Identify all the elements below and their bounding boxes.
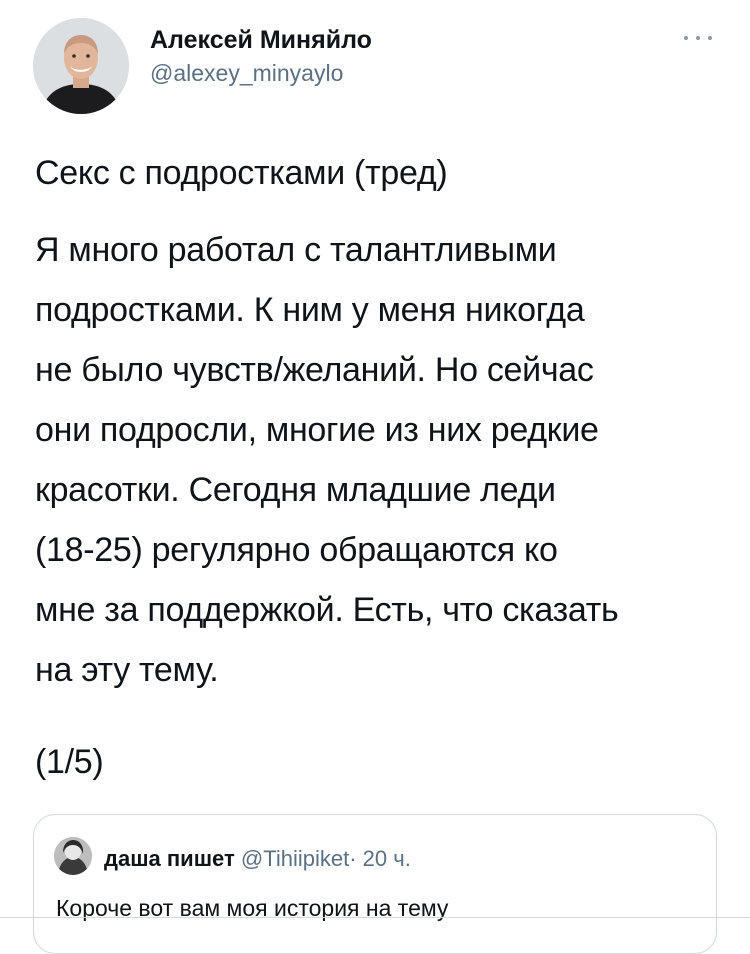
quoted-tweet-header: даша пишет @Tihiipiket· 20 ч. (104, 846, 411, 872)
more-horizontal-icon (696, 36, 700, 40)
author-name[interactable]: Алексей Миняйло (150, 26, 372, 55)
more-options-button[interactable] (680, 28, 716, 48)
thread-counter: (1/5) (35, 743, 104, 781)
tweet-text: Секс с подростками (тред) Я много работа… (35, 143, 725, 792)
tweet: Алексей Миняйло @alexey_minyaylo Секс с … (0, 0, 750, 954)
quoted-author-avatar[interactable] (54, 837, 92, 875)
quoted-tweet-time[interactable]: 20 ч. (363, 846, 411, 871)
more-horizontal-icon (684, 36, 688, 40)
author-avatar[interactable] (33, 18, 129, 114)
author-handle[interactable]: @alexey_minyaylo (150, 60, 343, 87)
tweet-title: Секс с подростками (тред) (35, 154, 448, 192)
quoted-tweet[interactable]: даша пишет @Tihiipiket· 20 ч. Короче вот… (33, 814, 717, 954)
divider (0, 917, 750, 918)
more-horizontal-icon (708, 36, 712, 40)
tweet-body: Я много работал с талантливыми подростка… (35, 231, 619, 689)
separator: · (349, 846, 357, 871)
quoted-author-name[interactable]: даша пишет (104, 846, 235, 871)
quoted-author-handle[interactable]: @Tihiipiket (241, 846, 349, 871)
